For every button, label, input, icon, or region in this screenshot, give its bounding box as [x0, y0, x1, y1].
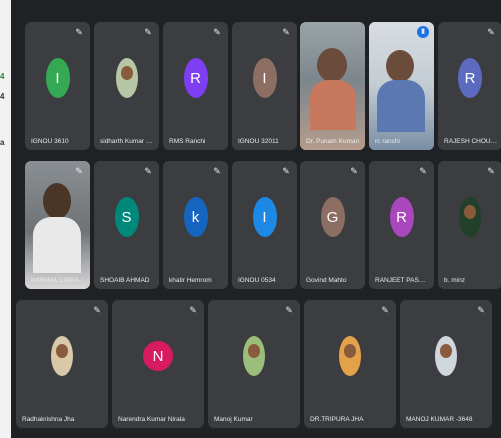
- avatar: R: [458, 58, 482, 99]
- participant-tile[interactable]: ✎ MANOJ KUMAR -3648: [400, 300, 492, 428]
- participant-tile[interactable]: ✎ sidharth Kumar singh: [94, 22, 159, 150]
- avatar: k: [183, 197, 208, 238]
- mic-muted-icon: ✎: [93, 305, 101, 315]
- participant-name: rc ranchi: [375, 138, 400, 145]
- avatar: I: [252, 58, 277, 99]
- avatar: [51, 336, 73, 377]
- participant-name: RMS Ranchi: [169, 138, 206, 145]
- mic-muted-icon: ✎: [487, 166, 495, 176]
- participant-name: khatir Hemrom: [169, 277, 212, 284]
- participant-name: MANOJ KUMAR -3648: [406, 416, 473, 423]
- avatar: N: [143, 341, 173, 372]
- participant-tile[interactable]: ✎ b. minz: [438, 161, 501, 289]
- participant-name: RAJESH CHOUDHARY: [444, 138, 498, 145]
- avatar: [435, 336, 457, 377]
- mic-muted-icon: ✎: [213, 27, 221, 37]
- mic-muted-icon: ✎: [282, 166, 290, 176]
- avatar: R: [183, 58, 208, 99]
- participant-tile[interactable]: ✎ Manoj Kumar: [208, 300, 300, 428]
- left-strip-text: 4: [0, 92, 5, 101]
- avatar: [459, 197, 481, 238]
- participant-tile[interactable]: ✎ I IGNOU 3610: [25, 22, 90, 150]
- avatar: [339, 336, 361, 377]
- mic-muted-icon: ✎: [144, 166, 152, 176]
- participant-name: IGNOU 0534: [238, 277, 276, 284]
- participant-name: sidharth Kumar singh: [100, 138, 155, 145]
- participant-tile[interactable]: ✎ NARMAL LINDA: [25, 161, 90, 289]
- participant-name: b. minz: [444, 277, 465, 284]
- avatar: R: [389, 197, 414, 238]
- left-strip-text: 4: [0, 72, 5, 81]
- participant-tile[interactable]: ✎ R RMS Ranchi: [163, 22, 228, 150]
- mic-muted-icon: ✎: [477, 305, 485, 315]
- avatar: G: [320, 197, 345, 238]
- mic-muted-icon: ✎: [213, 166, 221, 176]
- mic-muted-icon: ✎: [75, 27, 83, 37]
- left-strip: 4 4 a: [0, 0, 11, 438]
- mic-muted-icon: ✎: [285, 305, 293, 315]
- participant-name: NARMAL LINDA: [31, 277, 79, 284]
- participant-name: Dr. Punam Kumari: [306, 138, 360, 145]
- participant-name: DR.TRIPURA JHA: [310, 416, 364, 423]
- participant-tile[interactable]: ✎ I IGNOU 32011: [232, 22, 297, 150]
- speaking-indicator-icon: ▮: [417, 26, 429, 38]
- mic-muted-icon: ✎: [419, 166, 427, 176]
- avatar: I: [252, 197, 277, 238]
- mic-muted-icon: ✎: [144, 27, 152, 37]
- participant-tile[interactable]: ✎ N Narendra Kumar Nirala: [112, 300, 204, 428]
- left-strip-text: a: [0, 138, 5, 147]
- participant-tile[interactable]: ▮ rc ranchi: [369, 22, 434, 150]
- participant-name: Radhakrishna Jha: [22, 416, 75, 423]
- person-video: [43, 183, 71, 219]
- avatar: [115, 58, 138, 99]
- mic-muted-icon: ✎: [487, 27, 495, 37]
- person-video: [317, 48, 347, 82]
- participant-name: Narendra Kumar Nirala: [118, 416, 185, 423]
- participant-tile[interactable]: ✎ G Govind Mahto: [300, 161, 365, 289]
- participant-tile[interactable]: ✎ S SHOAIB AHMAD: [94, 161, 159, 289]
- participant-tile[interactable]: ✎ R RAJESH CHOUDHARY: [438, 22, 501, 150]
- participant-name: Govind Mahto: [306, 277, 347, 284]
- participant-tile[interactable]: ✎ R RANJEET PASWAN: [369, 161, 434, 289]
- participant-tile[interactable]: ✎ DR.TRIPURA JHA: [304, 300, 396, 428]
- avatar: S: [114, 197, 139, 238]
- participant-name: RANJEET PASWAN: [375, 277, 430, 284]
- participant-grid: ✎ I IGNOU 3610 ✎ sidharth Kumar singh ✎ …: [11, 0, 501, 438]
- participant-name: Manoj Kumar: [214, 416, 253, 423]
- mic-muted-icon: ✎: [189, 305, 197, 315]
- participant-name: SHOAIB AHMAD: [100, 277, 150, 284]
- person-video: [386, 50, 414, 82]
- participant-tile[interactable]: ✎ Radhakrishna Jha: [16, 300, 108, 428]
- mic-muted-icon: ✎: [381, 305, 389, 315]
- participant-tile[interactable]: Dr. Punam Kumari: [300, 22, 365, 150]
- mic-muted-icon: ✎: [350, 166, 358, 176]
- mic-muted-icon: ✎: [282, 27, 290, 37]
- participant-tile[interactable]: ✎ k khatir Hemrom: [163, 161, 228, 289]
- participant-name: IGNOU 3610: [31, 138, 69, 145]
- participant-tile[interactable]: ✎ I IGNOU 0534: [232, 161, 297, 289]
- avatar: I: [45, 58, 70, 99]
- avatar: [243, 336, 265, 377]
- participant-name: IGNOU 32011: [238, 138, 279, 145]
- mic-muted-icon: ✎: [75, 166, 83, 176]
